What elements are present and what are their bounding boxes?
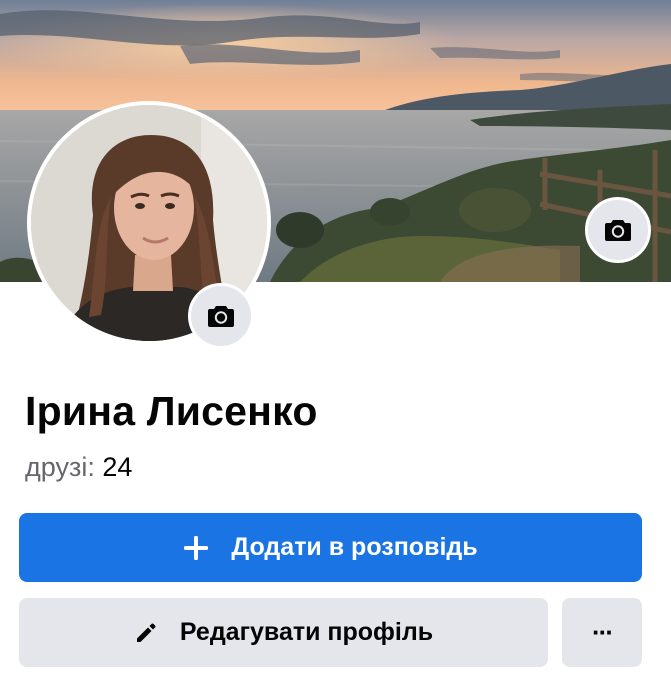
camera-icon	[208, 306, 234, 327]
more-options-button[interactable]: ···	[562, 598, 642, 667]
edit-profile-label: Редагувати профіль	[179, 618, 434, 646]
edit-profile-button[interactable]: Редагувати профіль	[19, 598, 548, 667]
friends-label: друзі:	[25, 452, 95, 482]
more-icon: ···	[592, 617, 614, 647]
pencil-icon	[134, 621, 158, 645]
cover-camera-button[interactable]	[585, 197, 651, 263]
profile-name: Ірина Лисенко	[25, 388, 318, 434]
avatar-camera-button[interactable]	[188, 283, 254, 349]
camera-icon	[605, 220, 631, 241]
add-story-button[interactable]: Додати в розповідь	[19, 513, 642, 582]
friends-count[interactable]: друзі: 24	[25, 452, 132, 483]
add-story-label: Додати в розповідь	[231, 533, 478, 561]
plus-icon	[183, 535, 209, 561]
friends-number: 24	[102, 452, 133, 482]
